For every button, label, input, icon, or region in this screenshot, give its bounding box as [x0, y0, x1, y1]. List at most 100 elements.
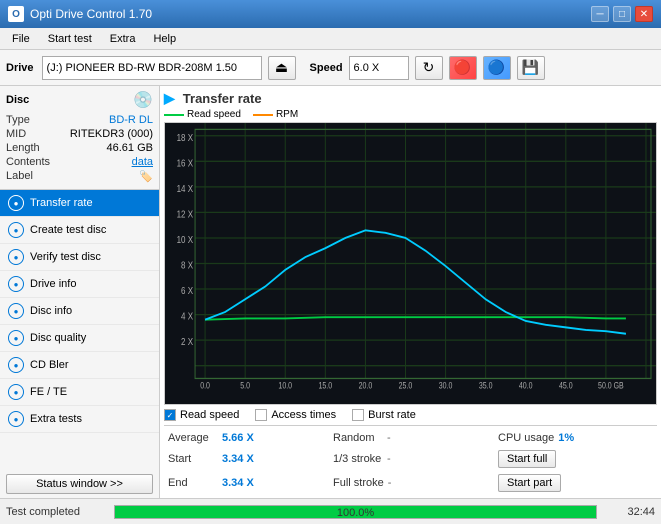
nav-create-test-disc[interactable]: ● Create test disc	[0, 217, 159, 244]
chart-svg: 18 X 16 X 14 X 12 X 10 X 8 X 6 X 4 X 2 X…	[165, 123, 656, 404]
burst-rate-cb	[352, 409, 364, 421]
chart-icon: ▶	[164, 90, 175, 107]
nav-label-drive-info: Drive info	[30, 278, 76, 290]
drive-value: (J:) PIONEER BD-RW BDR-208M 1.50	[47, 62, 238, 74]
save-button[interactable]: 💾	[517, 56, 545, 80]
start-part-button[interactable]: Start part	[498, 474, 561, 492]
menu-extra[interactable]: Extra	[102, 31, 144, 47]
menu-file[interactable]: File	[4, 31, 38, 47]
svg-text:0.0: 0.0	[200, 381, 210, 391]
legend-read-label: Read speed	[187, 109, 241, 120]
end-label: End	[168, 477, 218, 489]
nav-icon-cd-bler: ●	[8, 357, 24, 373]
title-bar: O Opti Drive Control 1.70 ─ □ ✕	[0, 0, 661, 28]
type-label: Type	[6, 114, 30, 126]
app-title: Opti Drive Control 1.70	[30, 7, 152, 21]
random-value: -	[387, 432, 391, 444]
left-panel: Disc 💿 Type BD-R DL MID RITEKDR3 (000) L…	[0, 86, 160, 498]
nav-icon-fe-te: ●	[8, 384, 24, 400]
toolbar: Drive (J:) PIONEER BD-RW BDR-208M 1.50 ⏏…	[0, 50, 661, 86]
cpu-value: 1%	[558, 432, 598, 444]
nav-icon-disc-quality: ●	[8, 330, 24, 346]
stroke1-label: 1/3 stroke	[333, 453, 383, 465]
stat-start-part: Start part	[494, 472, 657, 494]
svg-text:16 X: 16 X	[177, 158, 193, 169]
access-times-cb	[255, 409, 267, 421]
label-value: 🏷️	[139, 170, 153, 183]
random-label: Random	[333, 432, 383, 444]
length-label: Length	[6, 142, 40, 154]
stroke2-value: -	[388, 477, 392, 489]
legend-rpm-color	[253, 114, 273, 116]
chart-title-area: ▶ Transfer rate	[164, 90, 657, 107]
stat-stroke1: 1/3 stroke -	[329, 448, 492, 470]
nav-label-create-test-disc: Create test disc	[30, 224, 106, 236]
maximize-button[interactable]: □	[613, 6, 631, 22]
right-panel: ▶ Transfer rate Read speed RPM	[160, 86, 661, 498]
svg-text:30.0: 30.0	[439, 381, 453, 391]
speed-select[interactable]: 6.0 X	[349, 56, 409, 80]
minimize-button[interactable]: ─	[591, 6, 609, 22]
nav-label-fe-te: FE / TE	[30, 386, 67, 398]
stat-start-full: Start full	[494, 448, 657, 470]
menu-start-test[interactable]: Start test	[40, 31, 100, 47]
access-times-checkbox[interactable]: Access times	[255, 409, 336, 421]
main-content: Disc 💿 Type BD-R DL MID RITEKDR3 (000) L…	[0, 86, 661, 498]
legend-rpm: RPM	[253, 109, 298, 120]
nav-label-verify-test-disc: Verify test disc	[30, 251, 101, 263]
start-value: 3.34 X	[222, 453, 262, 465]
chart-controls: ✓ Read speed Access times Burst rate	[164, 405, 657, 425]
svg-text:5.0: 5.0	[240, 381, 250, 391]
start-label: Start	[168, 453, 218, 465]
progress-text: 100.0%	[115, 506, 596, 519]
svg-text:4 X: 4 X	[181, 311, 193, 322]
nav-label-cd-bler: CD Bler	[30, 359, 69, 371]
color2-button[interactable]: 🔵	[483, 56, 511, 80]
app-icon: O	[8, 6, 24, 22]
drive-select[interactable]: (J:) PIONEER BD-RW BDR-208M 1.50	[42, 56, 262, 80]
status-window-button[interactable]: Status window >>	[6, 474, 153, 494]
color1-button[interactable]: 🔴	[449, 56, 477, 80]
nav-extra-tests[interactable]: ● Extra tests	[0, 406, 159, 433]
menu-help[interactable]: Help	[145, 31, 184, 47]
legend-rpm-label: RPM	[276, 109, 298, 120]
nav-drive-info[interactable]: ● Drive info	[0, 271, 159, 298]
time-display: 32:44	[605, 506, 655, 518]
contents-value[interactable]: data	[132, 156, 153, 168]
svg-text:10.0: 10.0	[278, 381, 292, 391]
end-value: 3.34 X	[222, 477, 262, 489]
nav-disc-quality[interactable]: ● Disc quality	[0, 325, 159, 352]
speed-value: 6.0 X	[354, 62, 380, 74]
eject-button[interactable]: ⏏	[268, 56, 296, 80]
stat-start: Start 3.34 X	[164, 448, 327, 470]
nav-disc-info[interactable]: ● Disc info	[0, 298, 159, 325]
nav-verify-test-disc[interactable]: ● Verify test disc	[0, 244, 159, 271]
close-button[interactable]: ✕	[635, 6, 653, 22]
access-times-checkbox-label: Access times	[271, 409, 336, 421]
start-full-button[interactable]: Start full	[498, 450, 556, 468]
stat-stroke2: Full stroke -	[329, 472, 492, 494]
nav-fe-te[interactable]: ● FE / TE	[0, 379, 159, 406]
disc-section: Disc 💿 Type BD-R DL MID RITEKDR3 (000) L…	[0, 86, 159, 190]
menu-bar: File Start test Extra Help	[0, 28, 661, 50]
nav-icon-extra-tests: ●	[8, 411, 24, 427]
svg-text:12 X: 12 X	[177, 209, 193, 220]
chart-title-text: Transfer rate	[183, 91, 262, 106]
stroke1-value: -	[387, 453, 391, 465]
progress-bar: 100.0%	[114, 505, 597, 519]
status-bar: Test completed 100.0% 32:44	[0, 498, 661, 524]
nav-label-disc-quality: Disc quality	[30, 332, 86, 344]
svg-text:18 X: 18 X	[177, 132, 193, 143]
nav-transfer-rate[interactable]: ● Transfer rate	[0, 190, 159, 217]
svg-text:15.0: 15.0	[319, 381, 333, 391]
stat-cpu: CPU usage 1%	[494, 430, 657, 446]
refresh-button[interactable]: ↻	[415, 56, 443, 80]
read-speed-checkbox-label: Read speed	[180, 409, 239, 421]
nav-cd-bler[interactable]: ● CD Bler	[0, 352, 159, 379]
svg-text:50.0 GB: 50.0 GB	[598, 381, 624, 391]
mid-label: MID	[6, 128, 26, 140]
drive-label: Drive	[6, 62, 34, 74]
burst-rate-checkbox[interactable]: Burst rate	[352, 409, 416, 421]
disc-icon: 💿	[133, 90, 153, 110]
read-speed-checkbox[interactable]: ✓ Read speed	[164, 409, 239, 421]
